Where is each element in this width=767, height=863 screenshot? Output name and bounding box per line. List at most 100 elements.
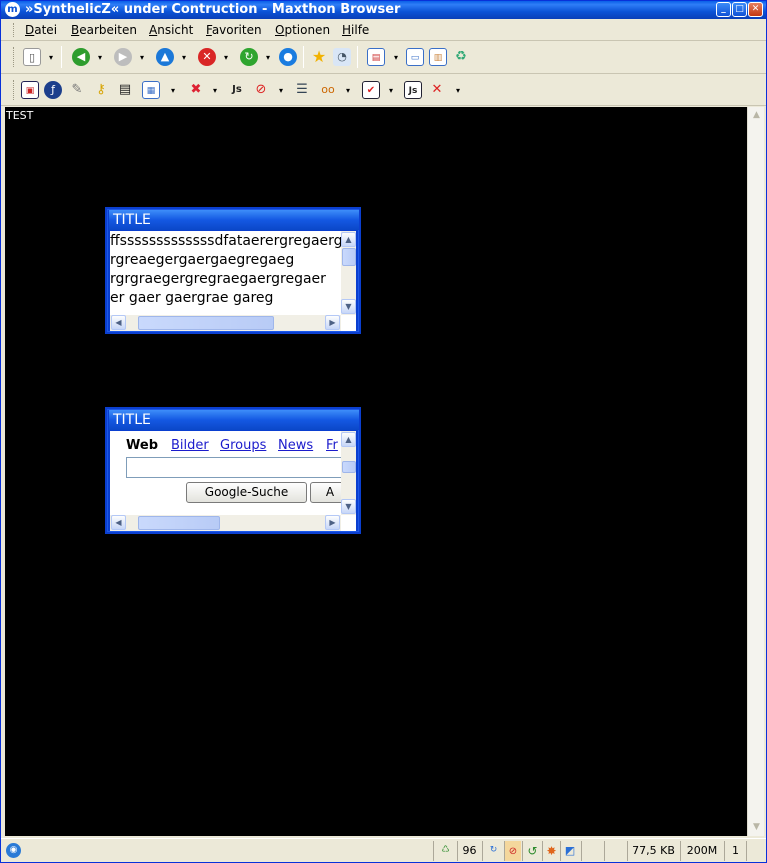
proxy-dropdown-icon[interactable]: ▾ [346,87,352,95]
menu-favoriten[interactable]: Favoriten [206,23,262,37]
status-flash-panel[interactable]: ✸ [542,841,560,861]
favorites-star-icon[interactable]: ★ [310,48,328,66]
toolbar-grip[interactable] [13,47,16,67]
checkbox-dropdown-icon[interactable]: ▾ [389,87,395,95]
stop-dropdown-icon[interactable]: ▾ [224,54,230,62]
popup-window-2: TITLE Web Bilder Groups News Fr Google-S… [105,407,361,534]
maxthon-app-icon[interactable]: m [5,2,20,17]
auto-refresh-icon: ↺ [527,844,538,858]
toolbar-separator [303,46,304,68]
scroll-down-icon[interactable]: ▼ [749,820,764,835]
scroll-up-icon[interactable]: ▲ [749,108,764,123]
scroll-down-icon[interactable]: ▼ [341,499,356,514]
status-window-panel[interactable]: ◩ [560,841,579,861]
javascript-icon[interactable]: Js [228,81,246,99]
tools-icon[interactable]: ✎ [68,81,86,99]
up-dropdown-icon[interactable]: ▾ [182,54,188,62]
menu-hilfe[interactable]: Hilfe [342,23,369,37]
scroll-right-icon[interactable]: ▶ [325,315,340,330]
scroll-down-icon[interactable]: ▼ [341,299,356,314]
proxy-icon[interactable]: oo [319,81,337,99]
scroll-up-icon[interactable]: ▲ [341,432,356,447]
toolbar-separator [357,46,358,68]
javascript-disable-icon[interactable]: Js [404,81,422,99]
scroll-thumb[interactable] [138,516,220,530]
scroll-thumb[interactable] [342,248,356,266]
google-tab-bilder[interactable]: Bilder [171,438,209,453]
up-icon[interactable]: ▲ [156,48,174,66]
popup-blocker-icon[interactable]: ✖ [187,81,205,99]
status-sync-panel[interactable]: ↻ [482,841,504,861]
google-tab-web[interactable]: Web [126,438,158,453]
plugins-icon[interactable]: ♻ [452,48,470,66]
toolbar-grip[interactable] [13,80,16,100]
scroll-left-icon[interactable]: ◀ [111,515,126,530]
layout-dropdown-icon[interactable]: ▾ [394,54,400,62]
popup-2-title[interactable]: TITLE [109,410,359,430]
key-icon[interactable]: ⚷ [92,81,110,99]
refresh-dropdown-icon[interactable]: ▾ [266,54,272,62]
status-recycle-panel[interactable]: ♺ [433,841,457,861]
block-dropdown-icon[interactable]: ▾ [279,87,285,95]
menu-grip[interactable] [13,23,16,37]
split-view-icon[interactable]: ▥ [429,48,447,66]
flash-icon[interactable]: ƒ [44,81,62,99]
forward-dropdown-icon[interactable]: ▾ [140,54,146,62]
history-icon[interactable]: ◔ [333,48,351,66]
page-vertical-scrollbar[interactable]: ▲ ▼ [747,107,764,836]
scroll-left-icon[interactable]: ◀ [111,315,126,330]
popup-1-horizontal-scrollbar[interactable]: ◀ ▶ [110,315,341,331]
back-icon[interactable]: ◀ [72,48,90,66]
status-refresh-panel[interactable]: ↺ [522,841,542,861]
title-bar[interactable]: m »SynthelicZ« under Contruction - Maxth… [1,1,766,19]
notes-icon[interactable]: ▤ [116,81,134,99]
stop-icon[interactable]: ✕ [198,48,216,66]
popup-2-vertical-scrollbar[interactable]: ▲ ▼ [341,431,356,515]
plugin-toolbar: ▣ ƒ ✎ ⚷ ▤ ▦ ▾ ✖ ▾ Js ⊘ ▾ ☰ oo ▾ ✔ ▾ Js ✕… [1,74,766,106]
google-search-button[interactable]: Google-Suche [186,482,307,503]
close-all-dropdown-icon[interactable]: ▾ [456,87,462,95]
minimize-button[interactable]: _ [716,2,731,17]
screenshot-icon[interactable]: ▣ [21,81,39,99]
browser-window: m »SynthelicZ« under Contruction - Maxth… [0,0,767,863]
list-icon[interactable]: ☰ [293,81,311,99]
refresh-icon[interactable]: ↻ [240,48,258,66]
google-search-input[interactable] [126,457,356,478]
close-button[interactable]: ✕ [748,2,763,17]
popup-dropdown-icon[interactable]: ▾ [213,87,219,95]
status-popup-icon[interactable]: ⊘ [504,841,521,861]
back-dropdown-icon[interactable]: ▾ [98,54,104,62]
menu-optionen[interactable]: Optionen [275,23,330,37]
layout-icon[interactable]: ▤ [367,48,385,66]
popup-1-vertical-scrollbar[interactable]: ▲ ▼ [341,231,356,315]
status-globe-icon[interactable]: ◉ [6,843,21,858]
scroll-right-icon[interactable]: ▶ [325,515,340,530]
resize-grip[interactable] [746,841,764,861]
menu-ansicht[interactable]: Ansicht [149,23,193,37]
maximize-button[interactable]: □ [732,2,747,17]
menu-datei[interactable]: Datei [25,23,57,37]
fullscreen-icon[interactable]: ▭ [406,48,424,66]
google-tab-more[interactable]: Fr [326,438,338,453]
block-images-icon[interactable]: ⊘ [252,81,270,99]
home-icon[interactable]: ● [279,48,297,66]
scroll-up-icon[interactable]: ▲ [341,232,356,247]
form-dropdown-icon[interactable]: ▾ [171,87,177,95]
sync-icon[interactable]: ↻ [486,843,501,858]
status-tab-count: 1 [724,841,746,861]
close-all-icon[interactable]: ✕ [428,81,446,99]
new-dropdown-icon[interactable]: ▾ [49,54,55,62]
checkbox-icon[interactable]: ✔ [362,81,380,99]
new-page-icon[interactable]: ▯ [23,48,41,66]
form-icon[interactable]: ▦ [142,81,160,99]
scroll-thumb[interactable] [138,316,274,330]
google-tab-news[interactable]: News [278,438,313,453]
scroll-thumb[interactable] [342,461,356,473]
recycle-bin-icon[interactable]: ♺ [438,843,453,858]
popup-2-horizontal-scrollbar[interactable]: ◀ ▶ [110,515,341,531]
forward-icon[interactable]: ▶ [114,48,132,66]
menu-bearbeiten[interactable]: Bearbeiten [71,23,137,37]
google-tab-groups[interactable]: Groups [220,438,266,453]
popup-1-title[interactable]: TITLE [109,210,359,230]
page-content[interactable]: TEST TITLE ffsssssssssssssdfataerergrega… [5,107,747,836]
